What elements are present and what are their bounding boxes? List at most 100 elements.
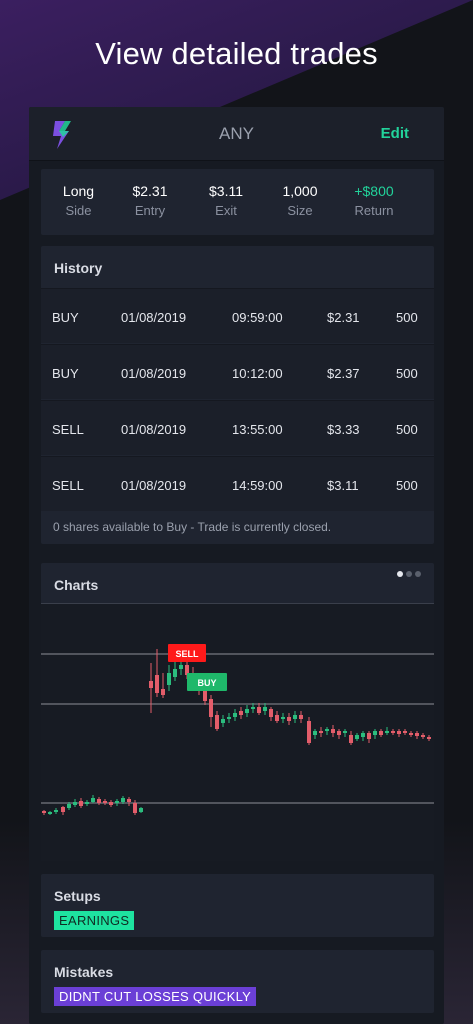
summary-side: Long Side [61,183,96,218]
candle-body [299,715,303,719]
charts-card: Charts SELL BUY [41,563,434,861]
history-side: SELL [52,478,84,493]
chart-page-dots[interactable] [397,571,421,577]
candle-body [379,731,383,735]
candlestick-chart[interactable]: SELL BUY [41,603,434,861]
buy-marker: BUY [187,673,227,691]
candle-body [42,811,46,813]
page-dot[interactable] [406,571,412,577]
summary-entry: $2.31 Entry [132,183,168,218]
setup-tag[interactable]: EARNINGS [54,911,135,930]
candle-body [48,812,52,814]
exit-label: Exit [215,203,237,218]
candle-body [409,733,413,735]
history-time: 14:59:00 [232,478,283,493]
entry-label: Entry [134,203,166,218]
page-dot[interactable] [415,571,421,577]
candle-body [121,798,125,802]
candle-body [337,731,341,735]
return-value: +$800 [354,183,394,199]
history-date: 01/08/2019 [121,478,187,493]
top-bar: ANY Edit [29,107,444,161]
history-row[interactable]: BUY 01/08/2019 09:59:00 $2.31 500 [41,288,434,343]
candle-body [173,669,177,677]
edit-button[interactable]: Edit [381,125,409,142]
history-qty: 500 [396,310,418,325]
candle-body [103,801,107,803]
candle-body [343,731,347,733]
summary-return: +$800 Return [353,183,395,218]
trade-summary-card: Long Side $2.31 Entry $3.11 Exit 1,000 S… [41,169,434,235]
history-row[interactable]: SELL 01/08/2019 13:55:00 $3.33 500 [41,400,434,455]
candle-body [319,731,323,733]
return-label: Return [354,203,394,218]
size-label: Size [287,203,313,218]
candle-body [79,801,83,806]
trade-status-note: 0 shares available to Buy - Trade is cur… [53,520,332,534]
side-label: Side [65,203,92,218]
history-date: 01/08/2019 [121,422,187,437]
candle-body [97,799,101,803]
history-side: BUY [52,366,79,381]
exit-value: $3.11 [209,183,243,199]
entry-value: $2.31 [132,183,168,199]
candle-body [331,729,335,733]
history-price: $2.37 [327,366,360,381]
history-side: BUY [52,310,79,325]
history-date: 01/08/2019 [121,366,187,381]
candle-body [287,717,291,721]
candle-body [275,715,279,721]
candle-body [115,801,119,803]
history-card: History BUY 01/08/2019 09:59:00 $2.31 50… [41,246,434,544]
mistake-tag[interactable]: DIDNT CUT LOSSES QUICKLY [54,987,257,1006]
candle-body [221,719,225,723]
candle-body [421,735,425,737]
candles-group [42,649,431,815]
candle-body [427,737,431,739]
history-price: $3.11 [327,478,359,493]
candle-body [355,735,359,739]
phone-screen: ANY Edit Long Side $2.31 Entry $3.11 Exi… [29,107,444,1024]
candle-body [139,808,143,812]
history-time: 10:12:00 [232,366,283,381]
candle-body [281,717,285,719]
candle-body [61,807,65,812]
candle-body [263,707,267,711]
candle-body [233,713,237,717]
side-value: Long [62,183,95,199]
history-title: History [54,260,103,276]
summary-size: 1,000 Size [281,183,319,218]
candle-body [257,707,261,713]
mistakes-card: Mistakes DIDNT CUT LOSSES QUICKLY [41,950,434,1013]
candle-body [269,709,273,717]
candle-body [251,707,255,709]
price-chart[interactable]: SELL BUY [41,603,434,861]
candle-body [54,810,58,812]
candle-body [167,673,171,685]
candle-body [349,735,353,743]
candle-body [403,731,407,733]
candle-body [85,802,89,804]
candle-body [239,711,243,715]
candle-body [361,733,365,737]
candle-body [391,731,395,733]
candle-body [149,681,153,688]
history-time: 09:59:00 [232,310,283,325]
history-side: SELL [52,422,84,437]
history-row[interactable]: BUY 01/08/2019 10:12:00 $2.37 500 [41,344,434,399]
sell-marker-label: SELL [175,649,199,659]
app-logo-icon [53,121,71,149]
candle-body [155,675,159,693]
charts-title: Charts [54,577,99,593]
candle-body [385,731,389,733]
page-dot-active[interactable] [397,571,403,577]
candle-body [245,709,249,713]
history-row[interactable]: SELL 01/08/2019 14:59:00 $3.11 500 [41,456,434,511]
candle-body [415,733,419,736]
setups-card: Setups EARNINGS [41,874,434,937]
candle-body [109,802,113,805]
candle-body [307,721,311,743]
candle-body [397,731,401,734]
history-qty: 500 [396,422,418,437]
candle-body [227,717,231,719]
